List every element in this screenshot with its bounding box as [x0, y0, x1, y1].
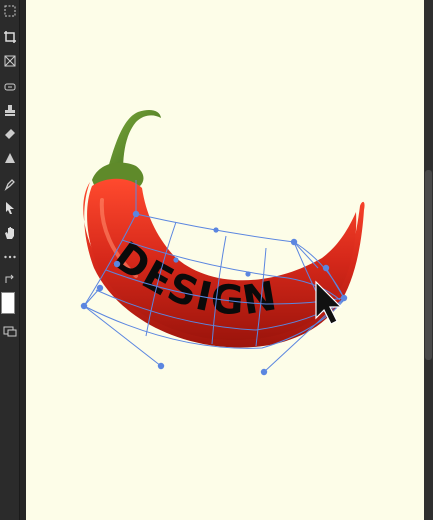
document-canvas[interactable]: DESIGN: [26, 0, 424, 520]
pen-icon[interactable]: [1, 175, 19, 193]
frame-icon[interactable]: [1, 52, 19, 70]
swap-colors-icon[interactable]: [1, 271, 19, 289]
photoshop-window: DESIGN: [0, 0, 433, 520]
vertical-scrollbar[interactable]: [424, 0, 433, 520]
quick-mask-icon[interactable]: [1, 322, 19, 340]
foreground-color-swatch[interactable]: [1, 292, 15, 314]
gradient-icon[interactable]: [1, 149, 19, 167]
healing-icon[interactable]: [1, 78, 19, 96]
hand-icon[interactable]: [1, 224, 19, 242]
crop-icon[interactable]: [1, 28, 19, 46]
more-icon[interactable]: [1, 248, 19, 266]
scrollbar-thumb[interactable]: [425, 170, 432, 360]
stamp-icon[interactable]: [1, 101, 19, 119]
artwork: DESIGN: [80, 110, 365, 376]
path-selection-icon[interactable]: [1, 199, 19, 217]
marquee-icon[interactable]: [1, 2, 19, 20]
eraser-icon[interactable]: [1, 124, 19, 142]
tools-panel: [0, 0, 20, 520]
